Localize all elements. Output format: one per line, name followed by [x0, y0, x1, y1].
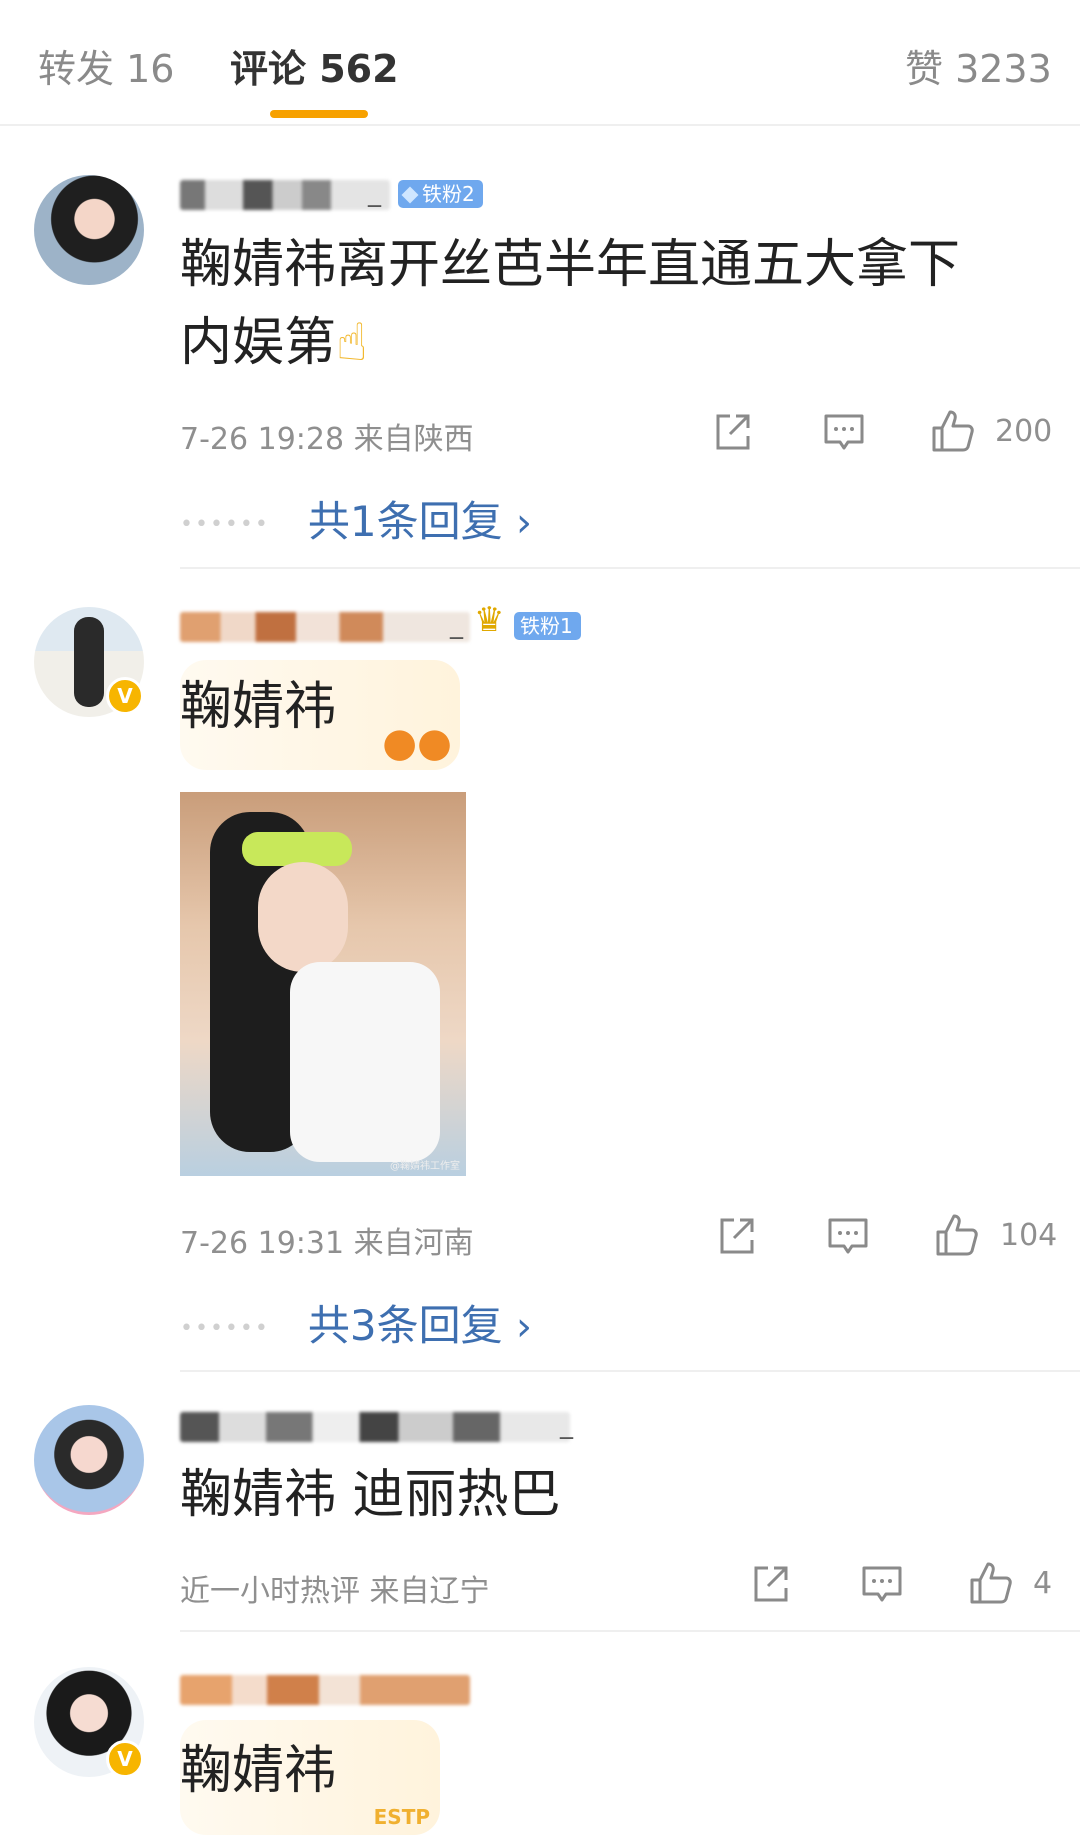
- comment-icon[interactable]: [822, 412, 866, 454]
- like-icon[interactable]: [934, 1212, 980, 1258]
- username-blurred[interactable]: [180, 1412, 570, 1442]
- username-suffix: _: [560, 1410, 573, 1440]
- avatar[interactable]: [34, 1405, 144, 1515]
- like-icon[interactable]: [930, 408, 976, 454]
- username-blurred[interactable]: [180, 180, 390, 210]
- username-blurred[interactable]: [180, 1675, 470, 1705]
- tab-comments[interactable]: 评论 562: [230, 38, 399, 93]
- comment-meta: 7-26 19:28 来自陕西: [180, 422, 474, 457]
- crown-icon: ♛: [474, 600, 505, 640]
- fan-badge: 铁粉2: [398, 180, 483, 208]
- comment-icon[interactable]: [860, 1564, 904, 1606]
- tab-repost[interactable]: 转发 16: [38, 38, 174, 93]
- comment-text: 鞠婧祎 迪丽热巴: [180, 1465, 561, 1525]
- like-count: 4: [1033, 1566, 1053, 1601]
- active-tab-indicator: [270, 110, 368, 118]
- username-blurred[interactable]: [180, 612, 470, 642]
- view-replies-link[interactable]: •••••• 共1条回复 ›: [180, 488, 532, 549]
- comment-icon[interactable]: [826, 1216, 870, 1258]
- comment-tabs: 转发 16 评论 562 赞 3233: [0, 0, 1080, 126]
- diamond-icon: [401, 186, 419, 204]
- tabs-divider: [0, 124, 1080, 126]
- comment-photo[interactable]: @鞠婧祎工作室: [180, 792, 466, 1176]
- pointing-up-emoji: ☝: [336, 313, 368, 373]
- like-count: 104: [1000, 1218, 1058, 1253]
- tab-likes[interactable]: 赞 3233: [905, 38, 1052, 93]
- divider: [180, 567, 1080, 569]
- estp-decoration: ESTP: [373, 1805, 430, 1829]
- like-icon[interactable]: [968, 1560, 1014, 1606]
- reply-dots: ••••••: [180, 512, 270, 537]
- photo-watermark: @鞠婧祎工作室: [390, 1161, 460, 1172]
- share-icon[interactable]: [750, 1564, 792, 1606]
- divider: [180, 1370, 1080, 1372]
- verified-badge: V: [106, 677, 144, 715]
- divider: [180, 1630, 1080, 1632]
- reply-dots: ••••••: [180, 1316, 270, 1341]
- share-icon[interactable]: [716, 1216, 758, 1258]
- username-suffix: _: [450, 610, 463, 640]
- verified-badge: V: [106, 1740, 144, 1778]
- fan-badge: 铁粉1: [514, 612, 581, 640]
- comment-text: 鞠婧祎: [180, 677, 337, 737]
- avatar[interactable]: [34, 175, 144, 285]
- share-icon[interactable]: [712, 412, 754, 454]
- like-count: 200: [995, 414, 1053, 449]
- view-replies-link[interactable]: •••••• 共3条回复 ›: [180, 1292, 532, 1353]
- username-suffix: _: [368, 178, 381, 208]
- comment-meta: 7-26 19:31 来自河南: [180, 1226, 474, 1261]
- orange-decoration-icon: ●●: [382, 720, 452, 766]
- comment-meta: 近一小时热评 来自辽宁: [180, 1574, 490, 1609]
- comment-text: 鞠婧祎: [180, 1741, 337, 1801]
- comment-text: 鞠婧祎离开丝芭半年直通五大拿下 内娱第☝: [180, 235, 961, 373]
